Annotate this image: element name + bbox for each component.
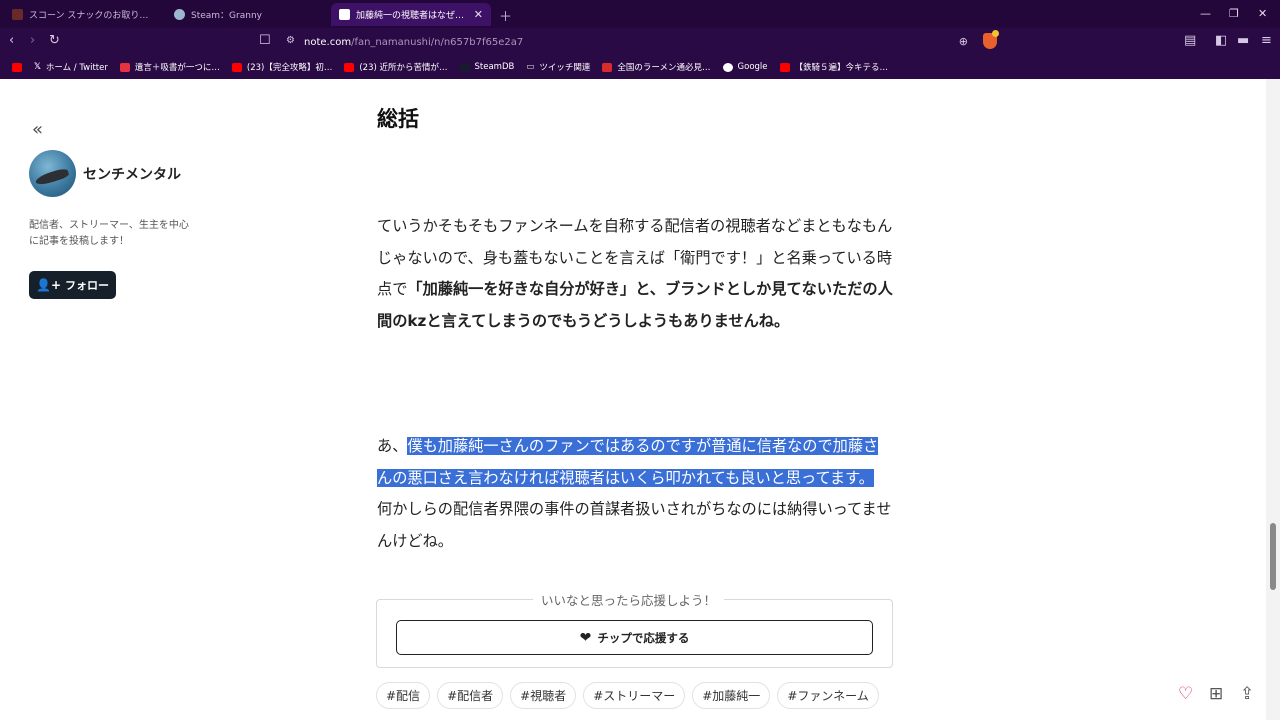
x-icon: 𝕏 [34,62,41,72]
tag-item[interactable]: #視聴者 [510,682,577,709]
tab-favicon [12,9,23,20]
youtube-icon [344,62,355,72]
browser-chrome: スコーン スナックのお取り寄せ | 公式通販 Steam：Granny 加藤純一… [0,0,1280,79]
bookmark-label: 【鉄騎５遍】今キテる… [794,63,889,73]
bookmark-label: ツイッチ関連 [539,63,591,73]
magazine-add-icon[interactable]: ⊞ [1209,684,1223,704]
wallet-icon[interactable]: ▬ [1237,33,1249,49]
tip-button[interactable]: ❤ チップで応援する [396,620,873,655]
bookmark-page-icon[interactable]: ☐ [259,33,271,49]
tag-item[interactable]: #加藤純一 [692,682,771,709]
tab-steam-granny[interactable]: Steam：Granny [166,3,326,26]
bookmarks-bar: 𝕏 ホーム / Twitter 遺言＋吸書が一つに… (23)【完全攻略】初… (… [0,57,1280,77]
bookmark-item[interactable]: 全国のラーメン通必見… [596,61,716,73]
scrollbar[interactable] [1266,79,1280,720]
add-user-icon: 👤+ [36,278,61,292]
paragraph-selected: あ、僕も加藤純一さんのファンではあるのですが普通に信者なので加藤さんの悪口さえ言… [377,431,893,557]
ramen-icon [602,62,613,72]
tag-item[interactable]: #ファンネーム [777,682,879,709]
note-icon [339,9,350,20]
paragraph-text: 何かしらの配信者界隈の事件の首謀者扱いされがちなのには納得いってませんけどね。 [377,500,892,550]
brave-shields-icon[interactable] [983,30,999,49]
bookmark-google[interactable]: Google [717,62,774,72]
minimize-icon[interactable]: — [1200,7,1211,20]
paragraph-summary: ていうかそもそもファンネームを自称する配信者の視聴者などまともなもんじゃないので… [377,211,893,337]
reload-icon[interactable]: ↻ [49,33,60,49]
url-host: note.com [304,36,352,48]
close-tab-icon[interactable]: ✕ [474,8,483,21]
split-view-icon[interactable]: ◧ [1215,33,1227,49]
address-bar[interactable]: ⚙ note.com/fan_namanushi/n/n657b7f65e2a7… [280,31,980,53]
tab-note-article[interactable]: 加藤純一の視聴者はなぜ嫌われて ✕ [331,3,491,26]
tab-title: 加藤純一の視聴者はなぜ嫌われて [356,11,468,21]
restore-icon[interactable]: ❐ [1229,7,1239,20]
follow-label: フォロー [65,279,109,292]
url-path: /fan_namanushi/n/n657b7f65e2a7 [351,36,524,48]
follow-button[interactable]: 👤+ フォロー [29,271,116,299]
tag-item[interactable]: #配信者 [437,682,504,709]
menu-icon[interactable]: ≡ [1261,33,1272,49]
window-close-icon[interactable]: ✕ [1258,7,1267,20]
bookmark-label: SteamDB [474,62,515,72]
tag-item[interactable]: #ストリーマー [583,682,686,709]
tag-list: #配信 #配信者 #視聴者 #ストリーマー #加藤純一 #ファンネーム [376,682,879,709]
bookmark-item[interactable]: (23)【完全攻略】初… [226,61,338,73]
heart-icon[interactable]: ♡ [1178,684,1193,704]
author-bio: 配信者、ストリーマー、生主を中心に記事を投稿します！ [29,220,189,247]
avatar[interactable] [29,150,76,197]
steam-icon [174,9,185,20]
tab-title: Steam：Granny [191,11,262,21]
youtube-icon [231,62,242,72]
heart-coin-icon: ❤ [579,629,592,646]
back-icon[interactable]: ‹ [9,33,14,49]
section-heading: 総括 [377,107,419,131]
selected-text: 僕も加藤純一さんのファンではあるのですが普通に信者なので加藤さんの悪口さえ言わな… [377,437,879,487]
tip-label: チップで応援する [597,630,690,645]
folder-icon: ▭ [526,62,535,72]
double-chevron-left-icon[interactable]: « [32,119,43,140]
share-icon[interactable]: ⇪ [1240,684,1254,704]
bookmark-label: Google [737,62,768,72]
google-icon [722,62,733,72]
steamdb-icon [459,62,470,72]
bookmark-label: (23)【完全攻略】初… [246,63,333,73]
scroll-thumb[interactable] [1270,523,1276,590]
support-caption: いいなと思ったら応援しよう！ [533,590,725,609]
youtube-icon [779,62,790,72]
youtube-icon [12,62,22,72]
forward-icon[interactable]: › [30,33,35,49]
navigation-toolbar: ‹ › ↻ ☐ ⚙ note.com/fan_namanushi/n/n657b… [0,28,1280,56]
tab-scone[interactable]: スコーン スナックのお取り寄せ | 公式通販 [4,3,164,26]
article-page: « センチメンタル 配信者、ストリーマー、生主を中心に記事を投稿します！ 👤+ … [0,79,1280,720]
bookmark-twitter[interactable]: 𝕏 ホーム / Twitter [28,61,114,73]
bookmark-label: (23) 近所から苦情が… [359,63,448,73]
bookmark-folder[interactable]: ▭ ツイッチ関連 [520,61,596,73]
bookmark-label: ホーム / Twitter [45,63,108,73]
plus-icon[interactable]: ＋ [499,6,512,25]
tab-bar: スコーン スナックのお取り寄せ | 公式通販 Steam：Granny 加藤純一… [0,0,1280,28]
author-name[interactable]: センチメンタル [83,164,181,184]
bookmark-label: 遺言＋吸書が一つに… [134,63,220,73]
site-info-icon[interactable]: ⚙ [286,35,295,46]
sidebar-toggle-icon[interactable]: ▤ [1184,33,1196,49]
tag-item[interactable]: #配信 [376,682,431,709]
paragraph-prefix: あ、 [377,437,408,455]
bookmark-icon [119,62,130,72]
tab-title: スコーン スナックのお取り寄せ | 公式通販 [29,11,156,21]
bookmark-item[interactable]: 遺言＋吸書が一つに… [114,61,226,73]
bookmark-label: 全国のラーメン通必見… [617,63,711,73]
bookmark-item[interactable]: (23) 近所から苦情が… [338,61,453,73]
bookmark-steamdb[interactable]: SteamDB [454,62,521,72]
paragraph-bold-text: 「加藤純一を好きな自分が好き」と、ブランドとしか見てないただの人間のkzと言えて… [377,280,893,330]
zoom-icon[interactable]: ⊕ [959,35,968,48]
bookmark-item[interactable]: 【鉄騎５遍】今キテる… [774,61,895,73]
bookmark-youtube[interactable] [6,62,28,72]
